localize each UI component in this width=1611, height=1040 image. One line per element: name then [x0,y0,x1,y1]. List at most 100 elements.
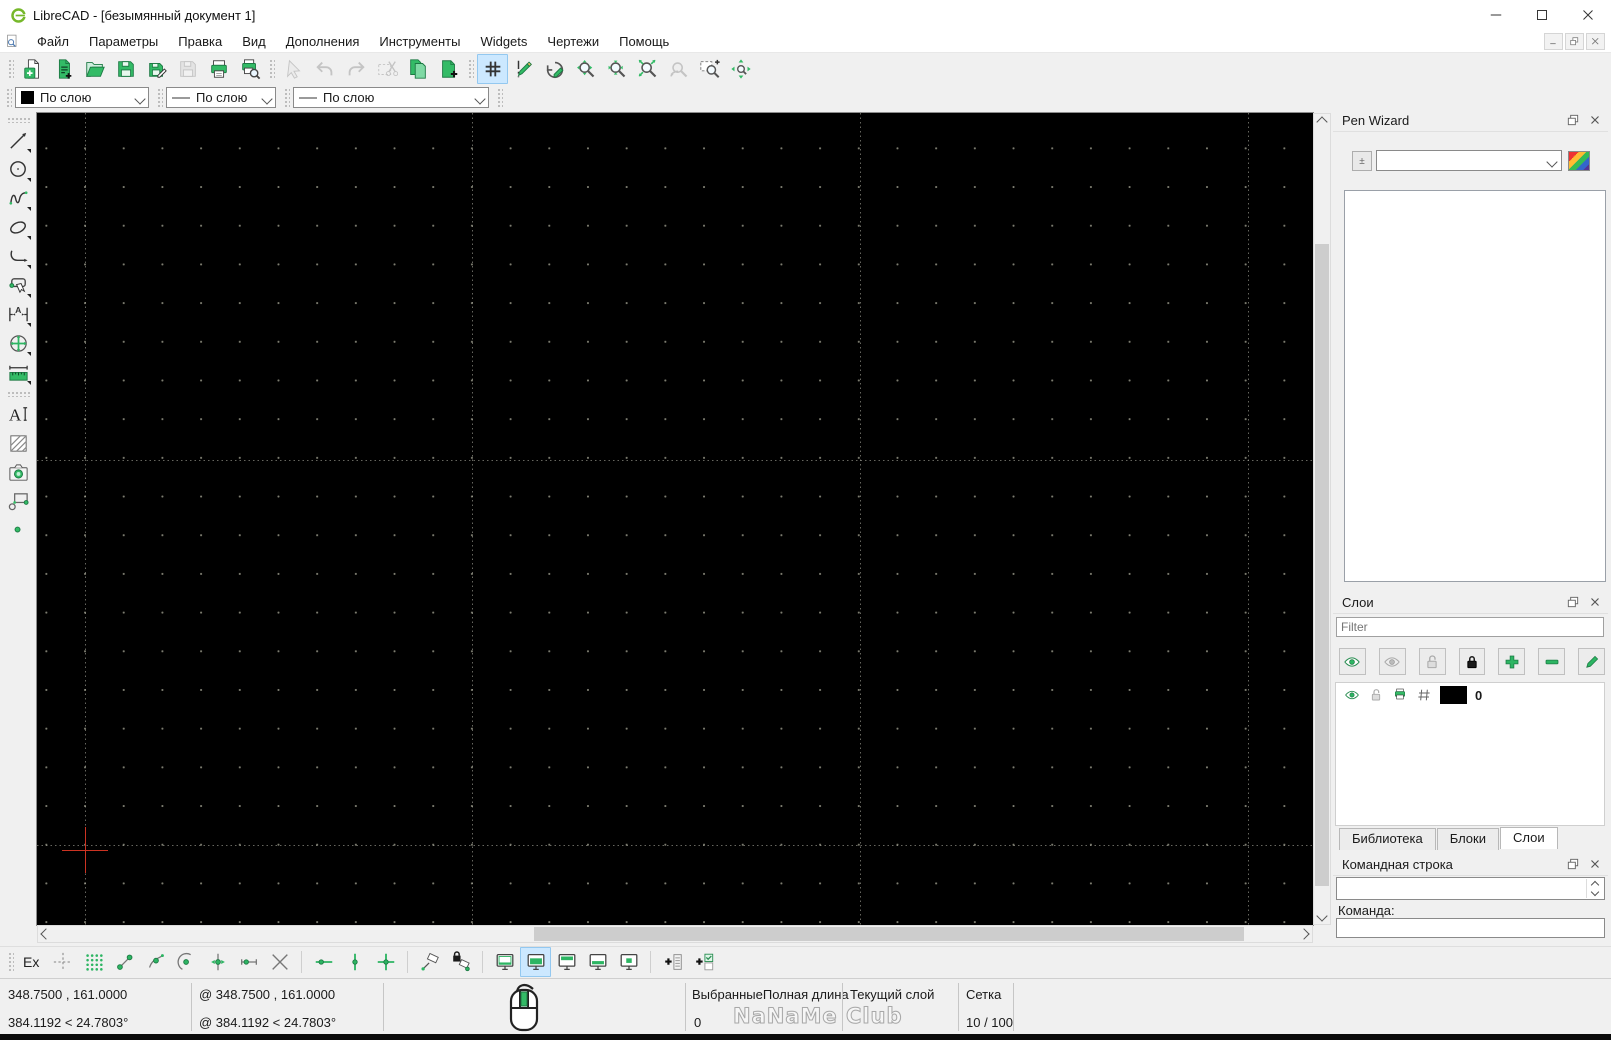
scroll-right-button[interactable] [1296,926,1312,942]
dimension-tool-button[interactable]: A [3,300,33,329]
snap-middle-button[interactable] [202,947,233,977]
vertical-scroll-thumb[interactable] [1315,244,1329,886]
snap-intersection-button[interactable] [264,947,295,977]
close-button[interactable] [1565,0,1611,30]
snap-free-button[interactable] [47,947,78,977]
hatch-tool-button[interactable] [3,429,33,458]
layer-list[interactable]: 0 [1335,682,1605,826]
close-panel-button[interactable] [1586,112,1604,128]
pen-wizard-color-button[interactable] [1568,151,1590,171]
menu-item-4[interactable]: Вид [232,32,276,51]
command-input[interactable] [1336,918,1605,938]
menu-item-8[interactable]: Чертежи [537,32,609,51]
float-panel-button[interactable] [1564,594,1582,610]
print-preview-button[interactable] [234,54,265,84]
zoom-out-button[interactable] [601,54,632,84]
snap-grid-button[interactable] [78,947,109,977]
hide-all-layers-button[interactable] [1378,648,1406,675]
show-all-layers-button[interactable] [1339,648,1366,675]
pen-wizard-list[interactable] [1344,190,1606,582]
zoom-window-button[interactable] [694,54,725,84]
mdi-restore-button[interactable] [1565,33,1584,50]
mdi-minimize-button[interactable] [1544,33,1563,50]
new-drawing-button[interactable] [17,54,48,84]
modify-tool-button[interactable] [3,329,33,358]
view-toggle-4-button[interactable] [582,947,613,977]
toolbar-handle[interactable] [7,951,14,973]
dock-tab-слои[interactable]: Слои [1499,827,1558,849]
layer-row[interactable]: 0 [1336,683,1604,707]
horizontal-scroll-thumb[interactable] [534,927,1244,941]
dock-tab-библиотека[interactable]: Библиотека [1339,828,1436,850]
point-tool-button[interactable] [3,516,33,545]
line-tool-button[interactable] [3,126,33,155]
redo-button[interactable] [340,54,371,84]
circle-tool-button[interactable] [3,155,33,184]
maximize-button[interactable] [1519,0,1565,30]
toolbar-handle[interactable] [283,86,290,109]
print-button[interactable] [203,54,234,84]
pen-color-combo[interactable]: По слою [15,87,149,108]
toolbar-handle[interactable] [496,86,503,109]
lock-all-layers-button[interactable] [1458,648,1486,675]
dock-tab-блоки[interactable]: Блоки [1436,828,1499,850]
toolbar-handle[interactable] [6,390,30,397]
restrict-horizontal-button[interactable] [308,947,339,977]
close-panel-button[interactable] [1586,594,1604,610]
drawing-canvas[interactable] [37,113,1313,925]
zoom-pan-button[interactable] [725,54,756,84]
remove-layer-button[interactable] [1538,648,1566,675]
scroll-down-button[interactable] [1314,908,1330,924]
add-layer-button[interactable] [1498,648,1526,675]
scroll-up-button[interactable] [1314,114,1330,130]
layer-color-swatch[interactable] [1440,686,1467,704]
minimize-button[interactable] [1473,0,1519,30]
open-drawing-button[interactable] [79,54,110,84]
canvas-horizontal-scrollbar[interactable] [37,925,1313,943]
view-toggle-5-button[interactable] [613,947,644,977]
lock-relative-zero-button[interactable] [445,947,476,977]
restrict-vertical-button[interactable] [339,947,370,977]
menu-item-6[interactable]: Инструменты [369,32,470,51]
pen-wizard-adjust-button[interactable]: ± [1352,151,1372,171]
close-panel-button[interactable] [1586,856,1604,872]
toolbar-handle[interactable] [7,57,14,80]
command-history-input[interactable] [1336,877,1605,900]
spline-tool-button[interactable] [3,184,33,213]
save-all-button[interactable] [172,54,203,84]
grid-toggle-button[interactable] [477,53,508,84]
undo-button[interactable] [309,54,340,84]
toolbar-handle[interactable] [467,57,474,80]
pen-wizard-combo[interactable] [1376,150,1562,171]
menu-item-5[interactable]: Дополнения [276,32,370,51]
view-toggle-1-button[interactable] [489,947,520,977]
save-drawing-as-button[interactable] [141,54,172,84]
select-tool-button[interactable] [3,271,33,300]
view-toggle-3-button[interactable] [551,947,582,977]
ellipse-tool-button[interactable] [3,213,33,242]
set-relative-zero-button[interactable] [414,947,445,977]
mdi-close-button[interactable] [1586,33,1605,50]
float-panel-button[interactable] [1564,112,1582,128]
paste-button[interactable] [433,54,464,84]
toolbar-handle[interactable] [6,116,30,123]
new-from-template-button[interactable] [48,54,79,84]
pen-width-combo[interactable]: По слою [166,87,276,108]
select-pointer-button[interactable] [278,54,309,84]
float-panel-button[interactable] [1564,856,1582,872]
redraw-button[interactable] [539,54,570,84]
toolbar-handle[interactable] [5,86,12,109]
zoom-in-button[interactable] [570,54,601,84]
image-tool-button[interactable] [3,458,33,487]
add-command-widget-button[interactable] [657,947,688,977]
layer-filter-input[interactable] [1336,617,1604,637]
scroll-left-button[interactable] [38,926,54,942]
toolbar-handle[interactable] [156,86,163,109]
block-tool-button[interactable] [3,487,33,516]
snap-endpoint-button[interactable] [109,947,140,977]
toolbar-handle[interactable] [268,57,275,80]
copy-button[interactable] [402,54,433,84]
canvas-vertical-scrollbar[interactable] [1313,113,1331,925]
edit-layer-button[interactable] [1578,648,1606,675]
zoom-previous-button[interactable] [663,54,694,84]
